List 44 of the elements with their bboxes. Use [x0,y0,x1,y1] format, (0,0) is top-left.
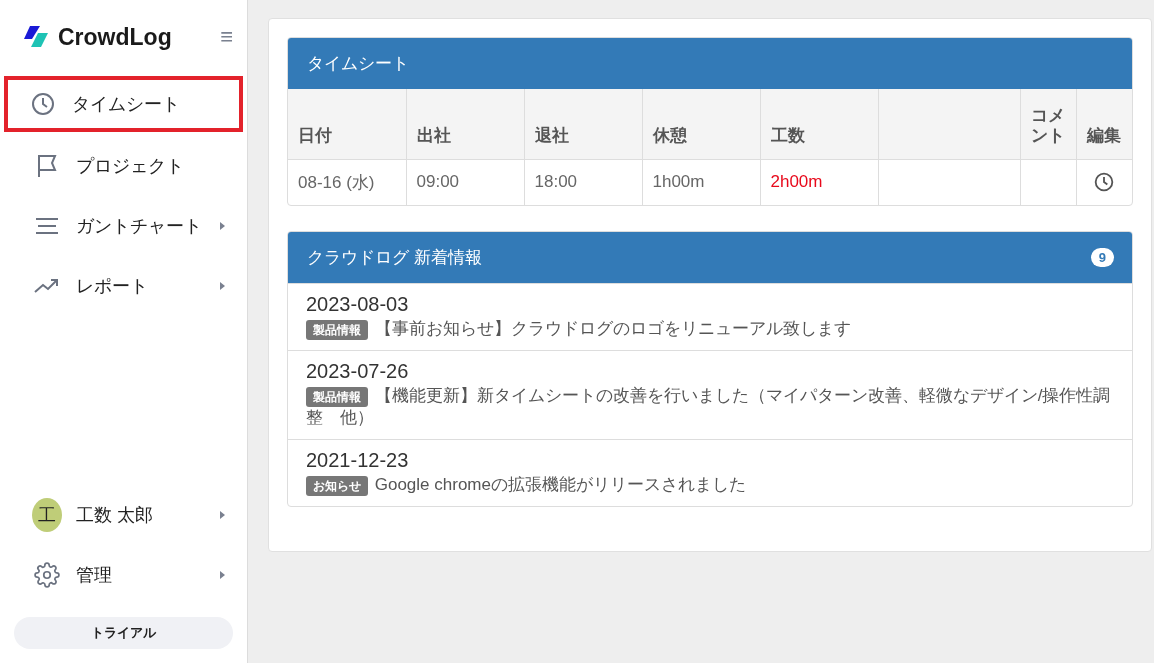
column-header: 編集 [1076,89,1132,159]
table-cell: 18:00 [524,159,642,205]
column-header: 日付 [288,89,406,159]
count-badge: 9 [1090,247,1114,267]
avatar: 工 [32,498,62,532]
nav-item[interactable]: ガントチャート [4,196,243,256]
category-tag: 製品情報 [306,386,368,407]
table-cell: 2h00m [760,159,878,205]
news-date: 2021-12-23 [306,448,410,472]
panel-title: クラウドログ 新着情報 [307,246,482,269]
table-cell: 08-16 (水) [288,159,406,205]
column-header: 出社 [406,89,524,159]
menu-button[interactable]: ≡ [220,24,233,50]
logo-text: CrowdLog [58,23,173,51]
news-date: 2023-07-26 [306,359,410,383]
column-header: 休憩 [642,89,760,159]
category-tag: お知らせ [306,475,368,496]
panel-title: タイムシート [307,53,409,75]
nav-item[interactable]: プロジェクト [4,136,243,196]
news-item[interactable]: 2023-07-26 製品情報 【機能更新】新タイムシートの改善を行いました（マイパターン改善、軽微なデザイン/操作性調整 他） [288,349,1132,439]
logo-icon [22,25,50,49]
nav-item[interactable]: 管理 [4,545,243,605]
news-date: 2023-08-03 [306,292,410,316]
settings-icon [34,562,60,588]
category-tag: 製品情報 [306,319,368,340]
column-header: 工数 [760,89,878,159]
news-text: 製品情報 【事前お知らせ】クラウドログのロゴをリニューアル致します [306,317,1114,340]
news-text: お知らせ Google chromeの拡張機能がリリースされました [306,473,1114,496]
news-text: 製品情報 【機能更新】新タイムシートの改善を行いました（マイパターン改善、軽微なデザイン/操作性調整 他） [306,384,1112,429]
column-header: コメント [1020,89,1076,159]
column-header: 退社 [524,89,642,159]
news-item[interactable]: 2023-08-03 製品情報 【事前お知らせ】クラウドログのロゴをリニューアル致します [288,282,1132,350]
table-cell: 1h00m [642,159,760,205]
trend-icon [34,278,60,294]
clock-icon[interactable] [1094,172,1115,193]
nav-item[interactable]: 工 工数 太郎 [4,485,243,545]
nav-item[interactable]: タイムシート [4,76,243,132]
nav-item[interactable]: レポート [4,256,243,316]
lines-icon [35,217,59,235]
flag-icon [36,154,58,178]
news-item[interactable]: 2021-12-23 お知らせ Google chromeの拡張機能がリリースされました [288,438,1132,506]
table-cell: 09:00 [406,159,524,205]
plan-badge: トライアル [14,617,233,649]
clock-icon [31,92,55,116]
